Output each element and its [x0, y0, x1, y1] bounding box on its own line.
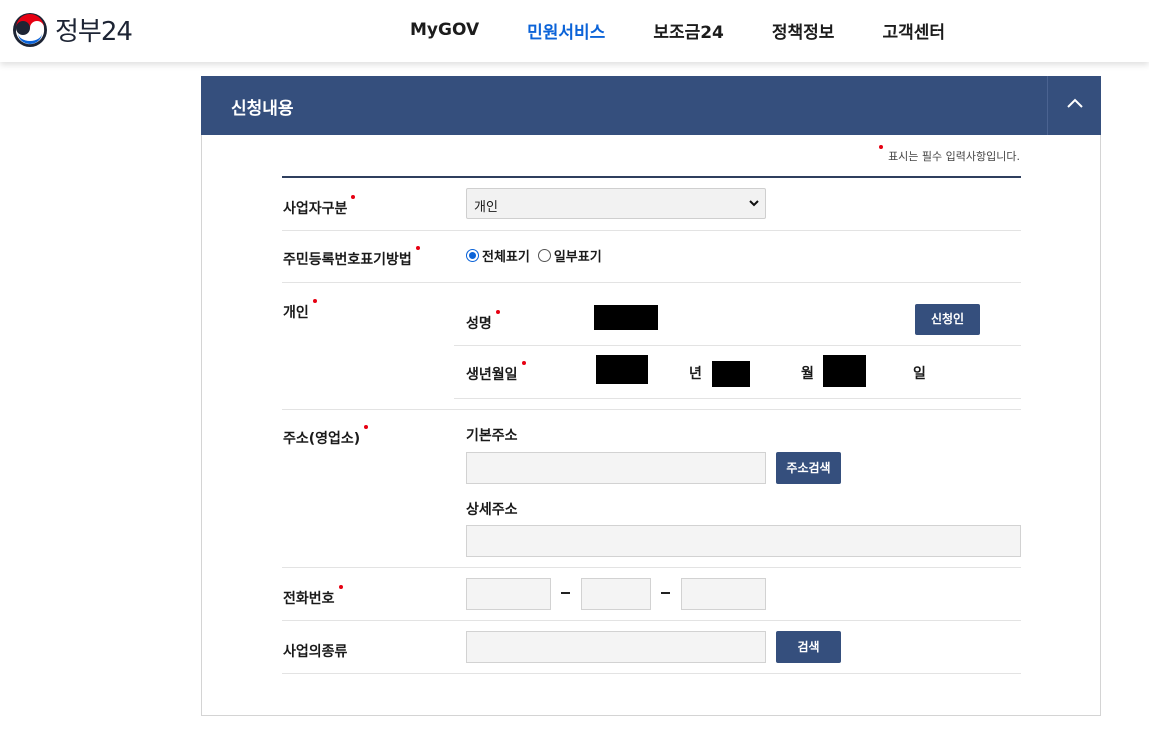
gov24-logo[interactable]: 정부24 — [12, 11, 133, 48]
required-dot-icon — [879, 145, 884, 149]
required-dot-icon — [495, 310, 500, 314]
required-dot-icon — [521, 361, 526, 365]
basic-address-input[interactable] — [466, 452, 766, 484]
rrn-display-radio-group: 전체표기 일부표기 — [466, 246, 610, 265]
phone-input-2[interactable] — [581, 578, 651, 610]
phone-label: 전화번호 — [283, 585, 343, 608]
nav-policy-info[interactable]: 정책정보 — [772, 18, 835, 43]
site-header: 정부24 MyGOV 민원서비스 보조금24 정책정보 고객센터 — [0, 0, 1149, 62]
phone-input-3[interactable] — [681, 578, 766, 610]
required-dot-icon — [415, 246, 420, 250]
application-content-panel: 신청내용 표시는 필수 입력사항입니다. 사업자구분 개인 주민등록번호표기방법… — [201, 76, 1101, 716]
name-label: 성명 — [466, 310, 500, 333]
business-kind-input[interactable] — [466, 631, 766, 663]
required-dot-icon — [364, 425, 369, 429]
logo-text: 정부24 — [55, 17, 133, 47]
individual-label: 개인 — [283, 299, 317, 322]
nav-subsidy24[interactable]: 보조금24 — [653, 18, 724, 43]
detail-address-label: 상세주소 — [466, 502, 518, 518]
row-separator — [282, 230, 1021, 231]
business-kind-search-button[interactable]: 검색 — [776, 631, 841, 663]
phone-separator — [561, 592, 570, 594]
row-separator — [282, 567, 1021, 568]
sub-row-separator — [454, 345, 1021, 346]
radio-partial-display-label: 일부표기 — [553, 250, 602, 265]
required-note: 표시는 필수 입력사항입니다. — [879, 145, 1020, 164]
row-separator — [282, 620, 1021, 621]
row-separator — [282, 282, 1021, 283]
row-separator — [282, 673, 1021, 674]
panel-title: 신청내용 — [231, 99, 294, 119]
phone-input-1[interactable] — [466, 578, 551, 610]
required-dot-icon — [312, 299, 317, 303]
applicant-button[interactable]: 신청인 — [915, 304, 980, 335]
birth-day-redacted — [823, 355, 866, 387]
nav-civil-service[interactable]: 민원서비스 — [527, 18, 605, 43]
chevron-down-icon — [749, 200, 759, 207]
address-label: 주소(영업소) — [283, 425, 369, 448]
day-unit: 일 — [913, 366, 926, 382]
required-dot-icon — [351, 195, 356, 199]
panel-header: 신청내용 — [201, 76, 1101, 135]
birth-year-redacted — [596, 355, 648, 384]
collapse-button[interactable] — [1047, 76, 1101, 135]
radio-full-display[interactable] — [466, 249, 479, 262]
detail-address-input[interactable] — [466, 525, 1021, 557]
business-type-select[interactable]: 개인 — [466, 188, 766, 219]
year-unit: 년 — [689, 366, 702, 382]
sub-row-separator — [454, 398, 1021, 399]
chevron-up-icon — [1067, 98, 1083, 108]
address-search-button[interactable]: 주소검색 — [776, 452, 841, 484]
business-kind-label: 사업의종류 — [283, 644, 348, 660]
birthdate-label: 생년월일 — [466, 361, 526, 384]
nav-customer-center[interactable]: 고객센터 — [882, 18, 945, 43]
phone-separator — [661, 592, 670, 594]
rrn-display-label: 주민등록번호표기방법 — [283, 246, 420, 269]
month-unit: 월 — [801, 366, 814, 382]
birth-month-redacted — [712, 361, 750, 387]
taegeuk-logo-icon — [13, 12, 47, 47]
business-type-label: 사업자구분 — [283, 195, 356, 218]
required-dot-icon — [338, 585, 343, 589]
nav-mygov[interactable]: MyGOV — [410, 20, 479, 40]
basic-address-label: 기본주소 — [466, 428, 518, 444]
radio-full-display-label: 전체표기 — [482, 250, 530, 265]
form-top-border — [282, 176, 1021, 178]
row-separator — [282, 409, 1021, 410]
name-value-redacted — [594, 305, 658, 330]
radio-partial-display[interactable] — [537, 249, 551, 262]
main-navigation: MyGOV 민원서비스 보조금24 정책정보 고객센터 — [386, 0, 969, 60]
